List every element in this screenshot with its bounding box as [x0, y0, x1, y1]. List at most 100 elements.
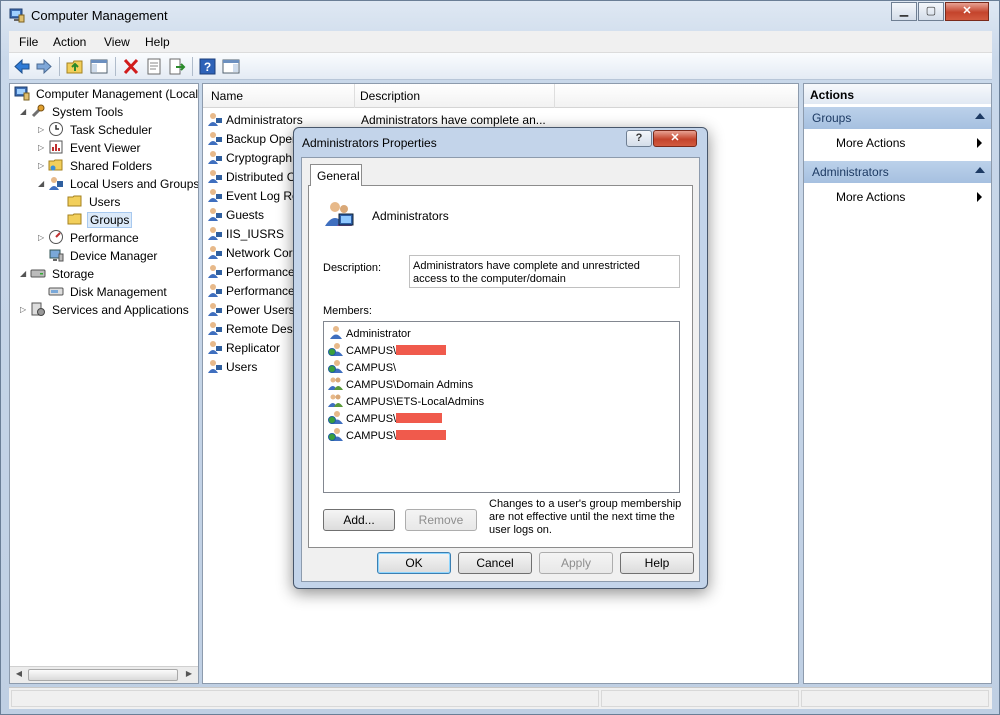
member-item[interactable]: CAMPUS\ETS-LocalAdmins — [328, 392, 484, 409]
list-item[interactable]: Event Log Re — [207, 187, 299, 206]
tree-item-event-viewer[interactable]: ▷ Event Viewer — [38, 139, 142, 157]
actions-section-administrators[interactable]: Administrators — [804, 161, 991, 183]
svg-text:?: ? — [204, 60, 211, 74]
group-name-cell: IIS_IUSRS — [226, 227, 285, 241]
toolbar-separator — [59, 57, 60, 76]
tree-item-services-and-applications[interactable]: ▷ Services and Applications — [20, 301, 191, 319]
show-hide-action-pane-icon[interactable] — [221, 57, 241, 76]
collapsed-triangle-icon[interactable]: ▷ — [20, 301, 30, 319]
tree-item-device-manager[interactable]: Device Manager — [48, 247, 159, 265]
list-item[interactable]: Performance — [207, 282, 295, 301]
list-item[interactable]: Performance — [207, 263, 295, 282]
description-field[interactable]: Administrators have complete and unrestr… — [409, 255, 680, 288]
tree-label: Disk Management — [70, 285, 167, 299]
general-tab-panel: Administrators Description: Administrato… — [308, 185, 693, 548]
list-item[interactable]: IIS_IUSRS — [207, 225, 284, 244]
list-item[interactable]: Replicator — [207, 339, 280, 358]
menu-view[interactable]: View — [104, 35, 130, 49]
tab-general[interactable]: General — [310, 164, 362, 186]
cancel-button[interactable]: Cancel — [458, 552, 532, 574]
back-arrow-icon[interactable] — [12, 57, 32, 76]
scrollbar-thumb[interactable] — [28, 669, 178, 681]
collapse-caret-icon[interactable] — [975, 113, 985, 119]
column-divider[interactable] — [554, 84, 555, 108]
collapsed-triangle-icon[interactable]: ▷ — [38, 139, 48, 157]
collapsed-triangle-icon[interactable]: ▷ — [38, 121, 48, 139]
minimize-button[interactable]: ▁ — [891, 2, 917, 21]
event-viewer-icon — [49, 140, 63, 154]
apply-button[interactable]: Apply — [539, 552, 613, 574]
menu-action[interactable]: Action — [53, 35, 86, 49]
properties-icon[interactable] — [144, 57, 164, 76]
expanded-triangle-icon[interactable]: ◢ — [20, 265, 30, 283]
member-item[interactable]: CAMPUS\Domain Admins — [328, 375, 473, 392]
tree-item-users[interactable]: Users — [67, 193, 122, 211]
add-button[interactable]: Add... — [323, 509, 395, 531]
member-item[interactable]: Administrator — [328, 324, 411, 341]
list-item[interactable]: Administrators Administrators have comple… — [207, 111, 546, 130]
list-item[interactable]: Backup Oper — [207, 130, 296, 149]
tree-item-system-tools[interactable]: ◢ System Tools — [20, 103, 125, 121]
list-item[interactable]: Remote Desk — [207, 320, 299, 339]
list-item[interactable]: Users — [207, 358, 257, 377]
remove-button[interactable]: Remove — [405, 509, 477, 531]
actions-section-groups[interactable]: Groups — [804, 107, 991, 129]
help-button[interactable]: Help — [620, 552, 694, 574]
export-list-icon[interactable] — [167, 57, 187, 76]
tree-item-local-users-and-groups[interactable]: ◢ Local Users and Groups — [38, 175, 198, 193]
expanded-triangle-icon[interactable]: ◢ — [20, 103, 30, 121]
shared-folder-icon — [48, 159, 63, 171]
domain-group-icon — [328, 394, 343, 407]
tree-item-shared-folders[interactable]: ▷ Shared Folders — [38, 157, 154, 175]
tree-item-disk-management[interactable]: Disk Management — [48, 283, 169, 301]
list-item[interactable]: Cryptograph — [207, 149, 292, 168]
horizontal-scrollbar[interactable]: ◀ ▶ — [10, 666, 198, 683]
close-button[interactable]: ✕ — [945, 2, 989, 21]
status-cell — [801, 690, 989, 707]
list-item[interactable]: Power Users — [207, 301, 295, 320]
menu-help[interactable]: Help — [145, 35, 170, 49]
member-item[interactable]: CAMPUS\ — [328, 409, 443, 426]
show-hide-console-tree-icon[interactable] — [89, 57, 109, 76]
tree-item-storage[interactable]: ◢ Storage — [20, 265, 96, 283]
column-header-name[interactable]: Name — [211, 89, 243, 103]
tree-item-groups[interactable]: Groups — [67, 211, 133, 229]
list-item[interactable]: Distributed C — [207, 168, 295, 187]
dialog-help-button[interactable]: ? — [626, 130, 652, 147]
collapsed-triangle-icon[interactable]: ▷ — [38, 229, 48, 247]
group-name-cell: Performance — [226, 265, 295, 279]
help-icon[interactable]: ? — [198, 57, 218, 76]
collapsed-triangle-icon[interactable]: ▷ — [38, 157, 48, 175]
group-icon — [208, 341, 222, 354]
scroll-left-icon[interactable]: ◀ — [12, 669, 26, 681]
group-icon — [325, 202, 354, 226]
expanded-triangle-icon[interactable]: ◢ — [38, 175, 48, 193]
column-divider[interactable] — [354, 84, 355, 108]
maximize-button[interactable]: ▢ — [918, 2, 944, 21]
ok-button[interactable]: OK — [377, 552, 451, 574]
tree-item-computer-management[interactable]: Computer Management (Local — [14, 85, 198, 103]
member-item[interactable]: CAMPUS\ — [328, 358, 396, 375]
more-actions-groups[interactable]: More Actions — [836, 136, 986, 150]
domain-user-icon — [328, 411, 343, 424]
menu-file[interactable]: File — [19, 35, 38, 49]
list-item[interactable]: Guests — [207, 206, 264, 225]
delete-icon[interactable] — [121, 57, 141, 76]
collapse-caret-icon[interactable] — [975, 167, 985, 173]
toolbar-separator — [192, 57, 193, 76]
dialog-close-button[interactable]: ✕ — [653, 130, 697, 147]
more-actions-administrators[interactable]: More Actions — [836, 190, 986, 204]
status-bar — [9, 687, 992, 709]
forward-arrow-icon[interactable] — [34, 57, 54, 76]
up-folder-icon[interactable] — [65, 57, 85, 76]
member-item[interactable]: CAMPUS\ — [328, 426, 447, 443]
scroll-right-icon[interactable]: ▶ — [182, 669, 196, 681]
users-icon — [49, 177, 63, 190]
member-item[interactable]: CAMPUS\ — [328, 341, 447, 358]
list-item[interactable]: Network Cor — [207, 244, 293, 263]
members-list[interactable]: Administrator CAMPUS\ CAMPUS\ CAMPUS\Domain… — [323, 321, 680, 493]
title-bar[interactable]: Computer Management ▁ ▢ ✕ — [1, 1, 999, 31]
tree-item-task-scheduler[interactable]: ▷ Task Scheduler — [38, 121, 154, 139]
column-header-description[interactable]: Description — [360, 89, 420, 103]
tree-item-performance[interactable]: ▷ Performance — [38, 229, 141, 247]
